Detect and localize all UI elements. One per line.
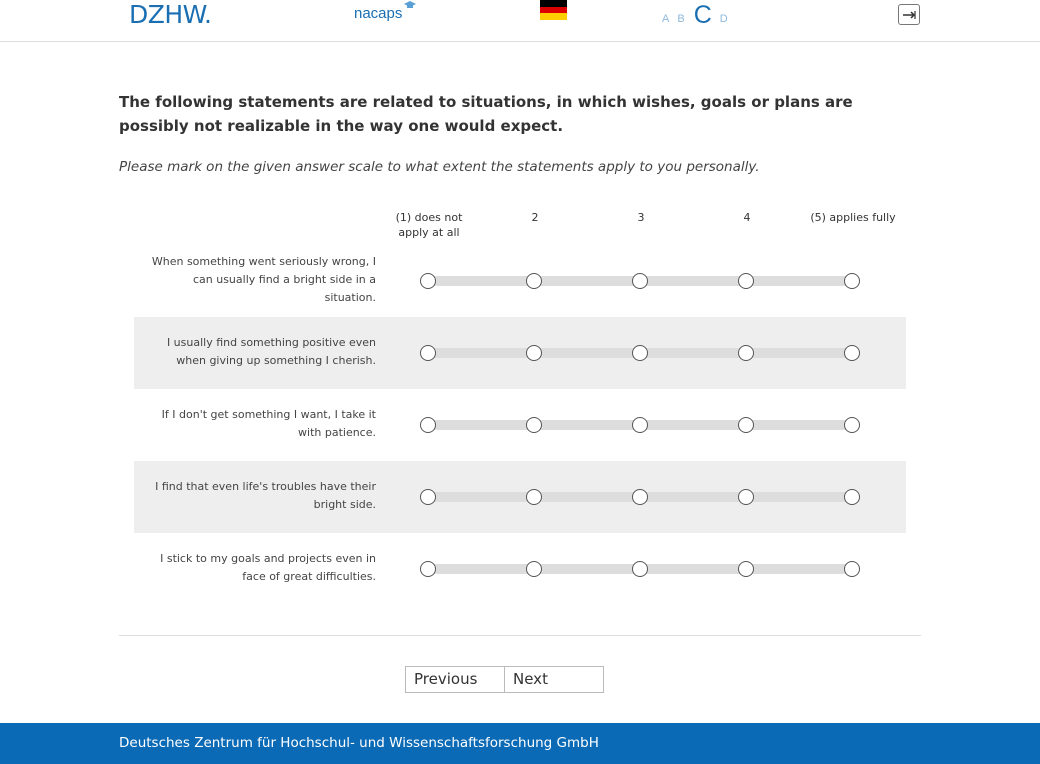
next-button[interactable]: Next: [504, 666, 604, 693]
scale-label-1: (1) does not apply at all: [395, 211, 463, 239]
nacaps-logo-text: nacaps: [354, 5, 403, 22]
radio-option-5[interactable]: [844, 489, 860, 505]
radio-option-4[interactable]: [738, 489, 754, 505]
question-title: The following statements are related to …: [119, 93, 853, 135]
item-label: When something went seriously wrong, I c…: [151, 255, 376, 304]
scale-label-4: 4: [743, 211, 751, 224]
radio-option-3[interactable]: [632, 489, 648, 505]
radio-option-2[interactable]: [526, 273, 542, 289]
nacaps-logo: nacaps: [354, 1, 416, 22]
radio-option-5[interactable]: [844, 273, 860, 289]
page-header: DZHW. nacaps A B C D: [0, 0, 1040, 42]
font-size-b[interactable]: B: [677, 14, 684, 25]
item-label: I find that even life's troubles have th…: [155, 480, 376, 511]
item-row: I find that even life's troubles have th…: [134, 461, 906, 533]
exit-arrow-icon: [903, 11, 916, 19]
radio-option-4[interactable]: [738, 345, 754, 361]
dzhw-logo: DZHW.: [129, 0, 212, 29]
item-row: I stick to my goals and projects even in…: [134, 533, 906, 605]
item-label: If I don't get something I want, I take …: [161, 408, 376, 439]
item-row: When something went seriously wrong, I c…: [134, 245, 906, 317]
radio-option-1[interactable]: [420, 489, 436, 505]
radio-option-4[interactable]: [738, 417, 754, 433]
question-instruction: Please mark on the given answer scale to…: [119, 159, 760, 175]
font-size-switcher: A B C D: [662, 0, 728, 30]
radio-option-3[interactable]: [632, 273, 648, 289]
scale-label-5: (5) applies fully: [810, 211, 896, 224]
radio-option-5[interactable]: [844, 561, 860, 577]
radio-option-1[interactable]: [420, 345, 436, 361]
scale-label-3: 3: [637, 211, 645, 224]
radio-option-4[interactable]: [738, 273, 754, 289]
item-row: I usually find something positive even w…: [134, 317, 906, 389]
radio-option-5[interactable]: [844, 345, 860, 361]
radio-option-2[interactable]: [526, 561, 542, 577]
item-row: If I don't get something I want, I take …: [134, 389, 906, 461]
radio-option-3[interactable]: [632, 561, 648, 577]
item-label: I usually find something positive even w…: [166, 336, 376, 367]
page-footer: Deutsches Zentrum für Hochschul- und Wis…: [0, 723, 1040, 764]
radio-option-2[interactable]: [526, 417, 542, 433]
footer-text: Deutsches Zentrum für Hochschul- und Wis…: [119, 735, 599, 751]
font-size-d[interactable]: D: [720, 14, 728, 25]
scale-label-2: 2: [531, 211, 539, 224]
item-label: I stick to my goals and projects even in…: [160, 552, 376, 583]
divider: [119, 635, 921, 636]
radio-option-1[interactable]: [420, 417, 436, 433]
german-flag-language-switch[interactable]: [540, 0, 567, 20]
radio-option-2[interactable]: [526, 345, 542, 361]
radio-option-2[interactable]: [526, 489, 542, 505]
radio-option-3[interactable]: [632, 345, 648, 361]
font-size-c[interactable]: C: [694, 3, 712, 28]
graduation-cap-icon: [404, 1, 416, 8]
radio-option-1[interactable]: [420, 561, 436, 577]
radio-option-5[interactable]: [844, 417, 860, 433]
radio-option-3[interactable]: [632, 417, 648, 433]
radio-option-4[interactable]: [738, 561, 754, 577]
font-size-a[interactable]: A: [662, 14, 669, 25]
logout-button[interactable]: [898, 4, 920, 25]
previous-button[interactable]: Previous: [405, 666, 505, 693]
radio-option-1[interactable]: [420, 273, 436, 289]
